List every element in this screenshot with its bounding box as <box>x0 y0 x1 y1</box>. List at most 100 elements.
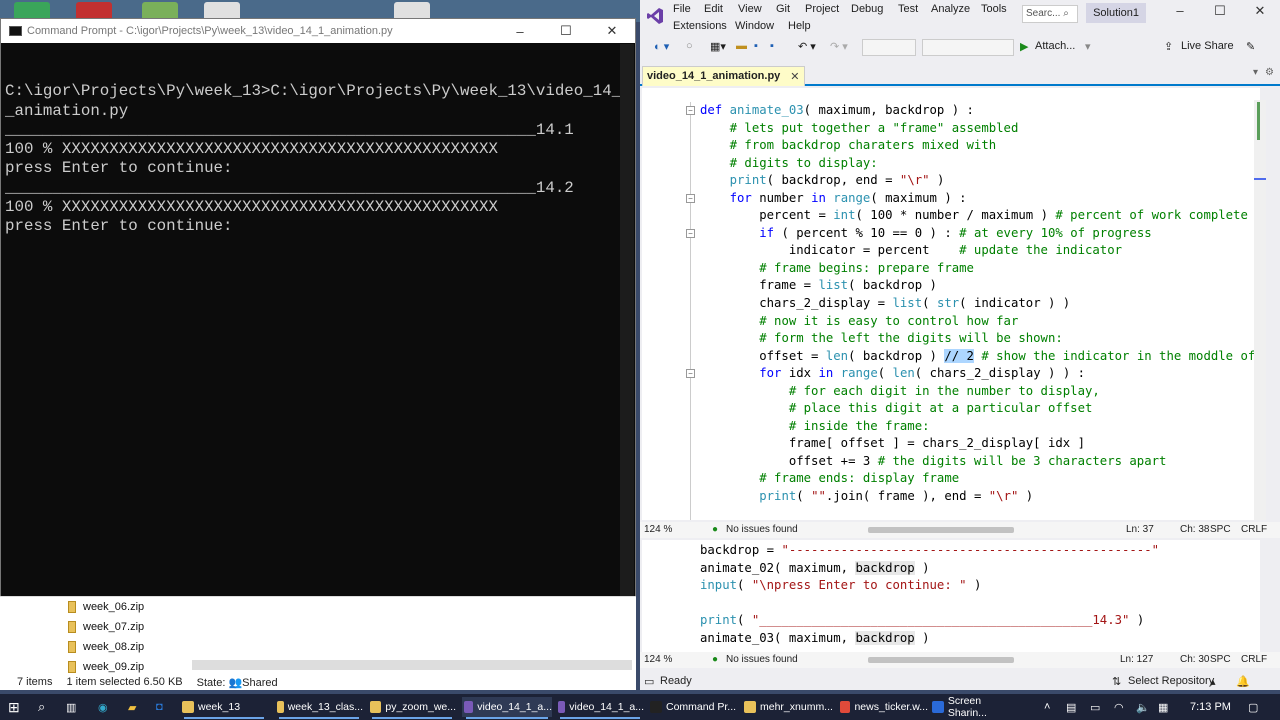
network-icon[interactable]: ▤ <box>1066 698 1076 716</box>
wifi-icon[interactable]: ◠ <box>1114 698 1124 716</box>
menu-analyze[interactable]: Analyze <box>931 3 970 15</box>
menu-edit[interactable]: Edit <box>704 3 723 15</box>
file-item[interactable]: week_08.zip <box>68 637 144 657</box>
close-icon[interactable]: ✕ <box>790 70 799 83</box>
menu-help[interactable]: Help <box>788 20 811 32</box>
menu-bar: File Edit View Git Project Debug Test An… <box>640 0 1280 36</box>
issues-status[interactable]: No issues found <box>726 524 798 535</box>
line-number: Ln: 127 <box>1120 654 1154 665</box>
title-bar[interactable]: Command Prompt - C:\igor\Projects\Py\wee… <box>1 19 635 43</box>
save-icon[interactable]: ▪ <box>754 40 758 52</box>
close-icon[interactable]: ✕ <box>1240 3 1280 19</box>
maximize-icon[interactable]: ☐ <box>543 23 589 39</box>
console-output[interactable]: C:\igor\Projects\Py\week_13>C:\igor\Proj… <box>5 63 631 237</box>
task-view-icon[interactable]: ▥ <box>66 698 76 716</box>
taskbar-app[interactable]: video_14_1_a... <box>462 697 552 719</box>
code-text[interactable]: backdrop = "----------------------------… <box>700 542 1159 647</box>
notification-center-icon[interactable]: ▢ <box>1248 698 1258 716</box>
zip-folder-icon <box>68 601 76 613</box>
menu-file[interactable]: File <box>673 3 691 15</box>
notifications-icon[interactable]: 🔔 <box>1236 675 1250 688</box>
attach-dropdown-icon[interactable]: ▾ <box>1085 40 1091 53</box>
menu-extensions[interactable]: Extensions <box>673 20 727 32</box>
save-all-icon[interactable]: ▪ <box>770 40 774 52</box>
taskbar-app[interactable]: Command Pr... <box>648 697 738 717</box>
collapse-icon[interactable]: − <box>686 229 695 238</box>
volume-icon[interactable]: 🔈 <box>1136 698 1150 716</box>
status-bar: ▭ Ready ⇅ Select Repository ▴ 🔔 <box>640 672 1280 690</box>
visual-studio-window[interactable]: File Edit View Git Project Debug Test An… <box>640 0 1280 690</box>
outlook-icon[interactable]: ◘ <box>156 698 163 716</box>
redo-icon[interactable]: ↷ ▾ <box>830 40 848 53</box>
display-icon[interactable]: ▭ <box>1090 698 1100 716</box>
taskbar-app[interactable]: news_ticker.w... <box>838 697 928 717</box>
horizontal-scrollbar[interactable] <box>868 527 1014 533</box>
editor-scrollbar[interactable] <box>1254 100 1266 520</box>
search-input[interactable]: Searc... ⌕ <box>1022 5 1078 23</box>
scrollbar[interactable] <box>620 44 634 597</box>
menu-debug[interactable]: Debug <box>851 3 883 15</box>
select-repository-button[interactable]: Select Repository <box>1128 675 1214 687</box>
collapse-icon[interactable]: − <box>686 369 695 378</box>
edge-icon[interactable]: ◉ <box>98 698 108 716</box>
search-icon[interactable]: ⌕ <box>38 698 45 716</box>
code-text[interactable]: def animate_03( maximum, backdrop ) : # … <box>700 102 1255 506</box>
configuration-dropdown[interactable] <box>862 39 916 56</box>
menu-tools[interactable]: Tools <box>981 3 1007 15</box>
open-icon[interactable]: ▬ <box>736 40 747 52</box>
forward-icon[interactable]: ○ <box>686 40 693 52</box>
platform-dropdown[interactable] <box>922 39 1014 56</box>
menu-project[interactable]: Project <box>805 3 839 15</box>
horizontal-scrollbar[interactable] <box>868 657 1014 663</box>
file-list[interactable]: week_06.zip week_07.zip week_08.zip week_09… <box>68 597 144 677</box>
file-explorer-icon[interactable]: ▰ <box>128 698 136 716</box>
chevron-up-icon[interactable]: ˄ <box>1044 698 1050 716</box>
new-item-icon[interactable]: ▦▾ <box>710 40 726 53</box>
collapse-icon[interactable]: − <box>686 106 695 115</box>
zoom-level[interactable]: 124 % <box>644 524 672 535</box>
keyboard-icon[interactable]: ▦ <box>1158 698 1168 716</box>
horizontal-scrollbar[interactable] <box>192 660 632 670</box>
menu-window[interactable]: Window <box>735 20 774 32</box>
taskbar-app[interactable]: Screen Sharin... <box>930 695 1022 719</box>
taskbar-app[interactable]: video_14_1_a... <box>556 697 644 719</box>
taskbar-app[interactable]: week_13 <box>180 697 268 719</box>
clock[interactable]: 7:13 PM <box>1190 698 1231 716</box>
tab-video-14-1-animation[interactable]: video_14_1_animation.py ✕ <box>642 66 805 86</box>
file-item[interactable]: week_07.zip <box>68 617 144 637</box>
change-marker <box>1257 102 1260 140</box>
output-icon[interactable]: ▭ <box>644 675 654 688</box>
attach-button[interactable]: Attach... <box>1035 40 1075 52</box>
back-icon[interactable]: ◐ ▾ <box>654 40 669 53</box>
close-icon[interactable]: ✕ <box>589 23 635 39</box>
tab-list-icon[interactable]: ▾ <box>1253 67 1258 78</box>
maximize-icon[interactable]: ☐ <box>1200 3 1240 19</box>
taskbar-app[interactable]: mehr_xnumm... <box>742 697 834 717</box>
taskbar-app[interactable]: py_zoom_we... <box>368 697 456 719</box>
start-icon[interactable]: ▶ <box>1020 40 1028 53</box>
minimize-icon[interactable]: – <box>497 24 543 39</box>
live-share-icon[interactable]: ⇪ <box>1164 40 1173 53</box>
source-control-icon[interactable]: ⇅ <box>1112 675 1121 688</box>
minimize-icon[interactable]: – <box>1160 3 1200 19</box>
file-item[interactable]: week_06.zip <box>68 597 144 617</box>
issues-status[interactable]: No issues found <box>726 654 798 665</box>
live-share-button[interactable]: Live Share <box>1181 40 1234 52</box>
code-editor-split[interactable]: backdrop = "----------------------------… <box>642 540 1260 652</box>
menu-git[interactable]: Git <box>776 3 790 15</box>
taskbar-app[interactable]: week_13_clas... <box>275 697 363 719</box>
settings-icon[interactable]: ⚙ <box>1265 67 1274 78</box>
caret-marker <box>1254 178 1266 180</box>
menu-test[interactable]: Test <box>898 3 918 15</box>
code-editor[interactable]: − − − − def animate_03( maximum, backdro… <box>642 88 1260 520</box>
command-prompt-window[interactable]: Command Prompt - C:\igor\Projects\Py\wee… <box>0 18 636 598</box>
windows-start-icon[interactable]: ⊞ <box>8 698 20 716</box>
collapse-icon[interactable]: − <box>686 194 695 203</box>
menu-view[interactable]: View <box>738 3 762 15</box>
zoom-level[interactable]: 124 % <box>644 654 672 665</box>
undo-icon[interactable]: ↶ ▾ <box>798 40 816 53</box>
feedback-icon[interactable]: ✎ <box>1246 40 1255 53</box>
console-line: ________________________________________… <box>5 178 574 197</box>
taskbar-app-label: news_ticker.w... <box>854 701 928 713</box>
